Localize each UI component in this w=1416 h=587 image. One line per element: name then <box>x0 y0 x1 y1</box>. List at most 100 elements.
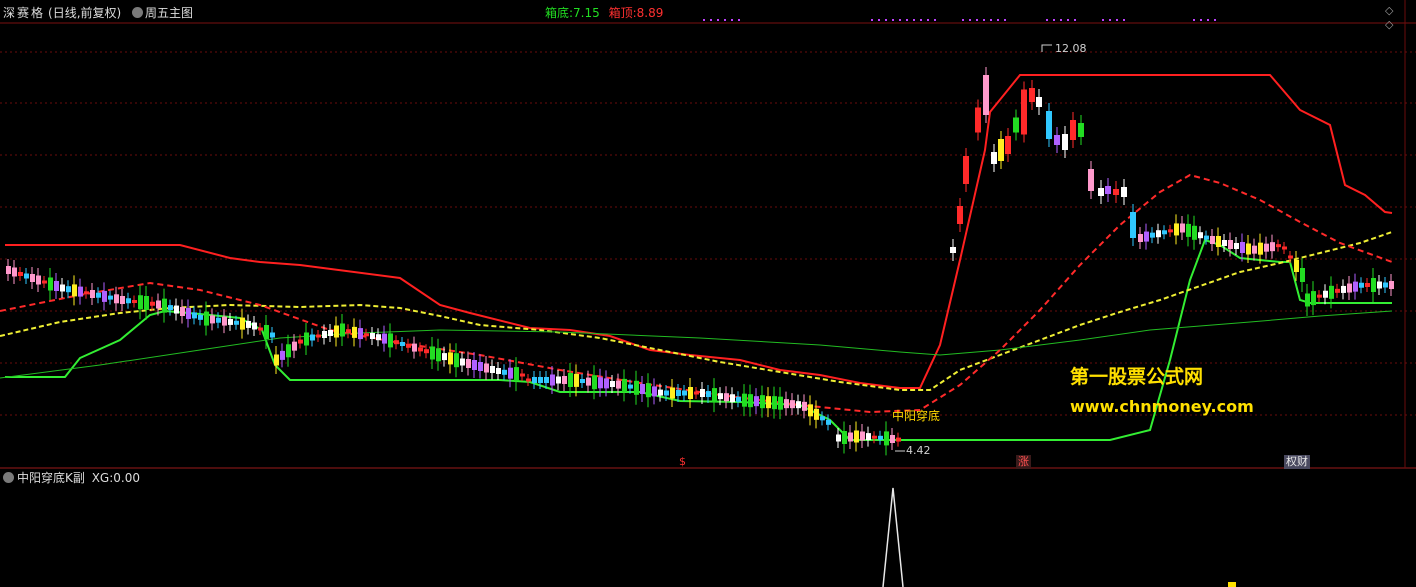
candle <box>376 334 381 341</box>
signal-dot <box>1116 19 1118 21</box>
diamond-up-icon[interactable]: ◇ <box>1385 5 1393 17</box>
candle <box>42 280 47 284</box>
signal-dot <box>724 19 726 21</box>
candle <box>490 366 495 373</box>
signal-dot <box>990 19 992 21</box>
candle <box>240 317 245 330</box>
candle <box>18 272 23 276</box>
candle <box>1130 212 1136 238</box>
signal-dot <box>913 19 915 21</box>
candle <box>1234 243 1239 249</box>
candle <box>760 395 765 409</box>
candle <box>1216 236 1221 247</box>
event-marker-dividend[interactable]: $ <box>679 455 686 469</box>
candle <box>808 404 813 417</box>
event-marker-rights[interactable]: 权财 <box>1284 455 1310 469</box>
candle <box>1258 242 1263 255</box>
candle <box>454 353 459 368</box>
candle <box>742 393 747 407</box>
candle <box>688 387 693 399</box>
xg-signal-spike <box>882 487 904 587</box>
candle <box>866 433 871 441</box>
candle <box>622 378 627 392</box>
candle <box>6 266 11 274</box>
candle <box>1138 234 1143 242</box>
signal-dot <box>1053 19 1055 21</box>
candle <box>860 431 865 441</box>
candle <box>1150 232 1155 238</box>
signal-dot <box>976 19 978 21</box>
candle <box>90 290 95 298</box>
candle <box>802 401 807 411</box>
collapse-icon[interactable] <box>132 7 144 18</box>
candle <box>640 384 645 394</box>
candle <box>502 369 507 375</box>
candle <box>1174 223 1179 236</box>
candle <box>778 396 783 410</box>
candle <box>1365 283 1370 287</box>
candle <box>30 274 35 282</box>
candle <box>340 323 345 337</box>
candle <box>508 367 513 379</box>
candle <box>568 373 573 387</box>
event-marker-rise[interactable]: 涨 <box>1016 455 1031 469</box>
candle <box>222 316 227 326</box>
candle <box>1144 231 1149 242</box>
candle <box>1105 186 1111 194</box>
candle <box>1311 291 1316 306</box>
candle <box>1228 240 1233 249</box>
signal-dot <box>892 19 894 21</box>
candle <box>514 367 519 382</box>
candle <box>694 391 699 395</box>
candle <box>544 377 549 383</box>
candle <box>1264 243 1269 252</box>
candle <box>54 281 59 291</box>
candle <box>358 328 363 340</box>
candle <box>144 296 149 310</box>
candle <box>234 320 239 325</box>
candle <box>1121 187 1127 197</box>
candle <box>168 305 173 311</box>
candle <box>424 349 429 354</box>
signal-dot <box>1207 19 1209 21</box>
candle <box>48 277 53 291</box>
candle <box>280 350 285 360</box>
candle <box>646 383 651 398</box>
candle <box>246 320 251 328</box>
candle <box>316 334 321 338</box>
candle <box>270 332 275 338</box>
stock-name[interactable]: 深赛格 <box>3 6 45 20</box>
candle <box>884 431 889 446</box>
box-range-info: 箱底:7.15 箱顶:8.89 <box>545 6 666 20</box>
candle <box>1383 282 1388 288</box>
candle <box>228 318 233 325</box>
template-name[interactable]: 周五主图 <box>145 6 193 20</box>
candle <box>616 380 621 389</box>
indicator-name[interactable]: 中阳穿底K副 <box>17 471 85 485</box>
collapse-icon[interactable] <box>3 472 14 483</box>
candle <box>957 206 963 224</box>
candle <box>418 347 423 352</box>
diamond-down-icon[interactable]: ◇ <box>1385 19 1393 31</box>
signal-dot <box>1046 19 1048 21</box>
candle <box>538 377 543 383</box>
signal-dot <box>1060 19 1062 21</box>
candle <box>114 294 119 304</box>
xg-label: XG: <box>91 471 114 485</box>
candle <box>298 339 303 344</box>
candle <box>1323 290 1328 298</box>
candle <box>180 307 185 316</box>
candle <box>1098 188 1104 196</box>
kline-chart[interactable] <box>0 0 1416 587</box>
candle <box>138 295 143 310</box>
candle <box>682 390 687 396</box>
candle <box>1021 89 1027 135</box>
candle <box>156 300 161 309</box>
candle <box>60 284 65 292</box>
candle <box>1046 111 1052 139</box>
candle <box>598 377 603 389</box>
candle <box>286 344 291 358</box>
candle <box>84 291 89 295</box>
candle <box>496 368 501 374</box>
sub-marker <box>1228 582 1236 587</box>
